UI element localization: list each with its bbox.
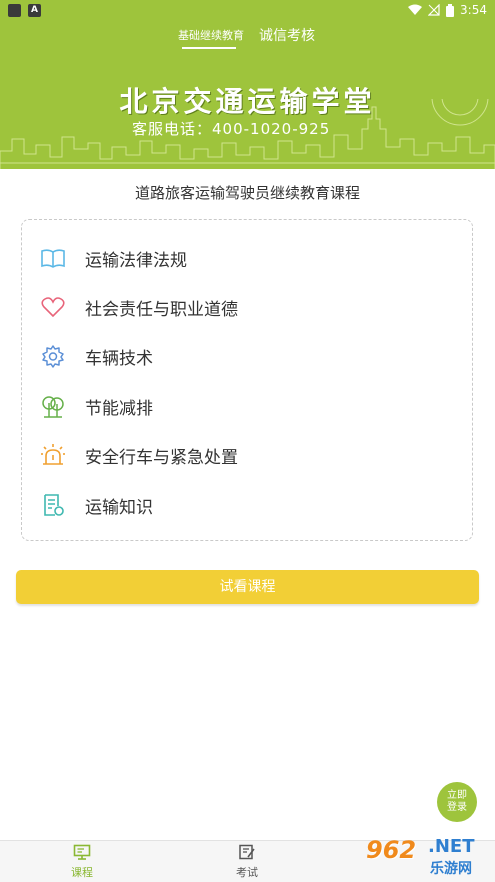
course-item-social-responsibility[interactable]: 社会责任与职业道德: [40, 294, 238, 320]
header-banner: 基础继续教育 诚信考核 北京交通运输学堂 客服电话：400-1020-925: [0, 22, 495, 169]
status-bar: A 3:54: [0, 0, 495, 22]
monitor-icon: [73, 844, 91, 860]
course-item-vehicle-technology[interactable]: 车辆技术: [40, 343, 153, 369]
book-icon: [40, 245, 66, 271]
nav-tab-courses[interactable]: 课程: [52, 844, 112, 880]
site-watermark-logo: 962 .NET 乐游网: [360, 832, 495, 881]
nav-tab-exams[interactable]: 考试: [217, 844, 277, 880]
tree-icon: [40, 393, 66, 419]
course-category-title: 道路旅客运输驾驶员继续教育课程: [134, 184, 360, 202]
course-label: 车辆技术: [85, 348, 153, 369]
document-icon: [40, 492, 66, 518]
alarm-light-icon: [40, 442, 66, 468]
course-label: 运输知识: [85, 497, 153, 518]
nav-label: 课程: [71, 866, 93, 879]
watermark-sub: 乐游网: [430, 861, 472, 877]
tab-basic-education[interactable]: 基础继续教育: [178, 27, 244, 43]
battery-icon: [446, 3, 455, 17]
course-item-energy-saving[interactable]: 节能减排: [40, 393, 153, 419]
no-signal-icon: [428, 4, 440, 16]
banner-title: 北京交通运输学堂: [119, 85, 376, 118]
nav-label: 考试: [236, 866, 258, 879]
top-tabs: 基础继续教育 诚信考核: [0, 22, 495, 52]
course-label: 安全行车与紧急处置: [85, 447, 238, 468]
wifi-icon: [408, 4, 423, 15]
try-course-button[interactable]: 试看课程: [16, 570, 479, 604]
exam-icon: [239, 844, 255, 860]
course-item-transport-law[interactable]: 运输法律法规: [40, 245, 187, 271]
login-label-line1: 立即: [447, 790, 467, 801]
watermark-domain: .NET: [428, 836, 475, 857]
course-item-safe-driving[interactable]: 安全行车与紧急处置: [40, 442, 238, 468]
course-label: 社会责任与职业道德: [85, 299, 238, 320]
tab-integrity-assessment[interactable]: 诚信考核: [259, 25, 315, 45]
heart-icon: [40, 294, 66, 320]
notification-icon: [8, 4, 21, 17]
gear-icon: [40, 343, 66, 369]
login-now-button[interactable]: 立即 登录: [437, 782, 477, 822]
course-label: 节能减排: [85, 398, 153, 419]
clock: 3:54: [460, 3, 487, 17]
customer-service-phone: 客服电话：400-1020-925: [132, 120, 331, 138]
active-tab-indicator: [182, 47, 236, 49]
login-label-line2: 登录: [447, 802, 467, 813]
watermark-number: 962: [366, 836, 417, 864]
course-item-transport-knowledge[interactable]: 运输知识: [40, 492, 153, 518]
notification-a-icon: A: [28, 4, 41, 17]
course-label: 运输法律法规: [85, 250, 187, 271]
